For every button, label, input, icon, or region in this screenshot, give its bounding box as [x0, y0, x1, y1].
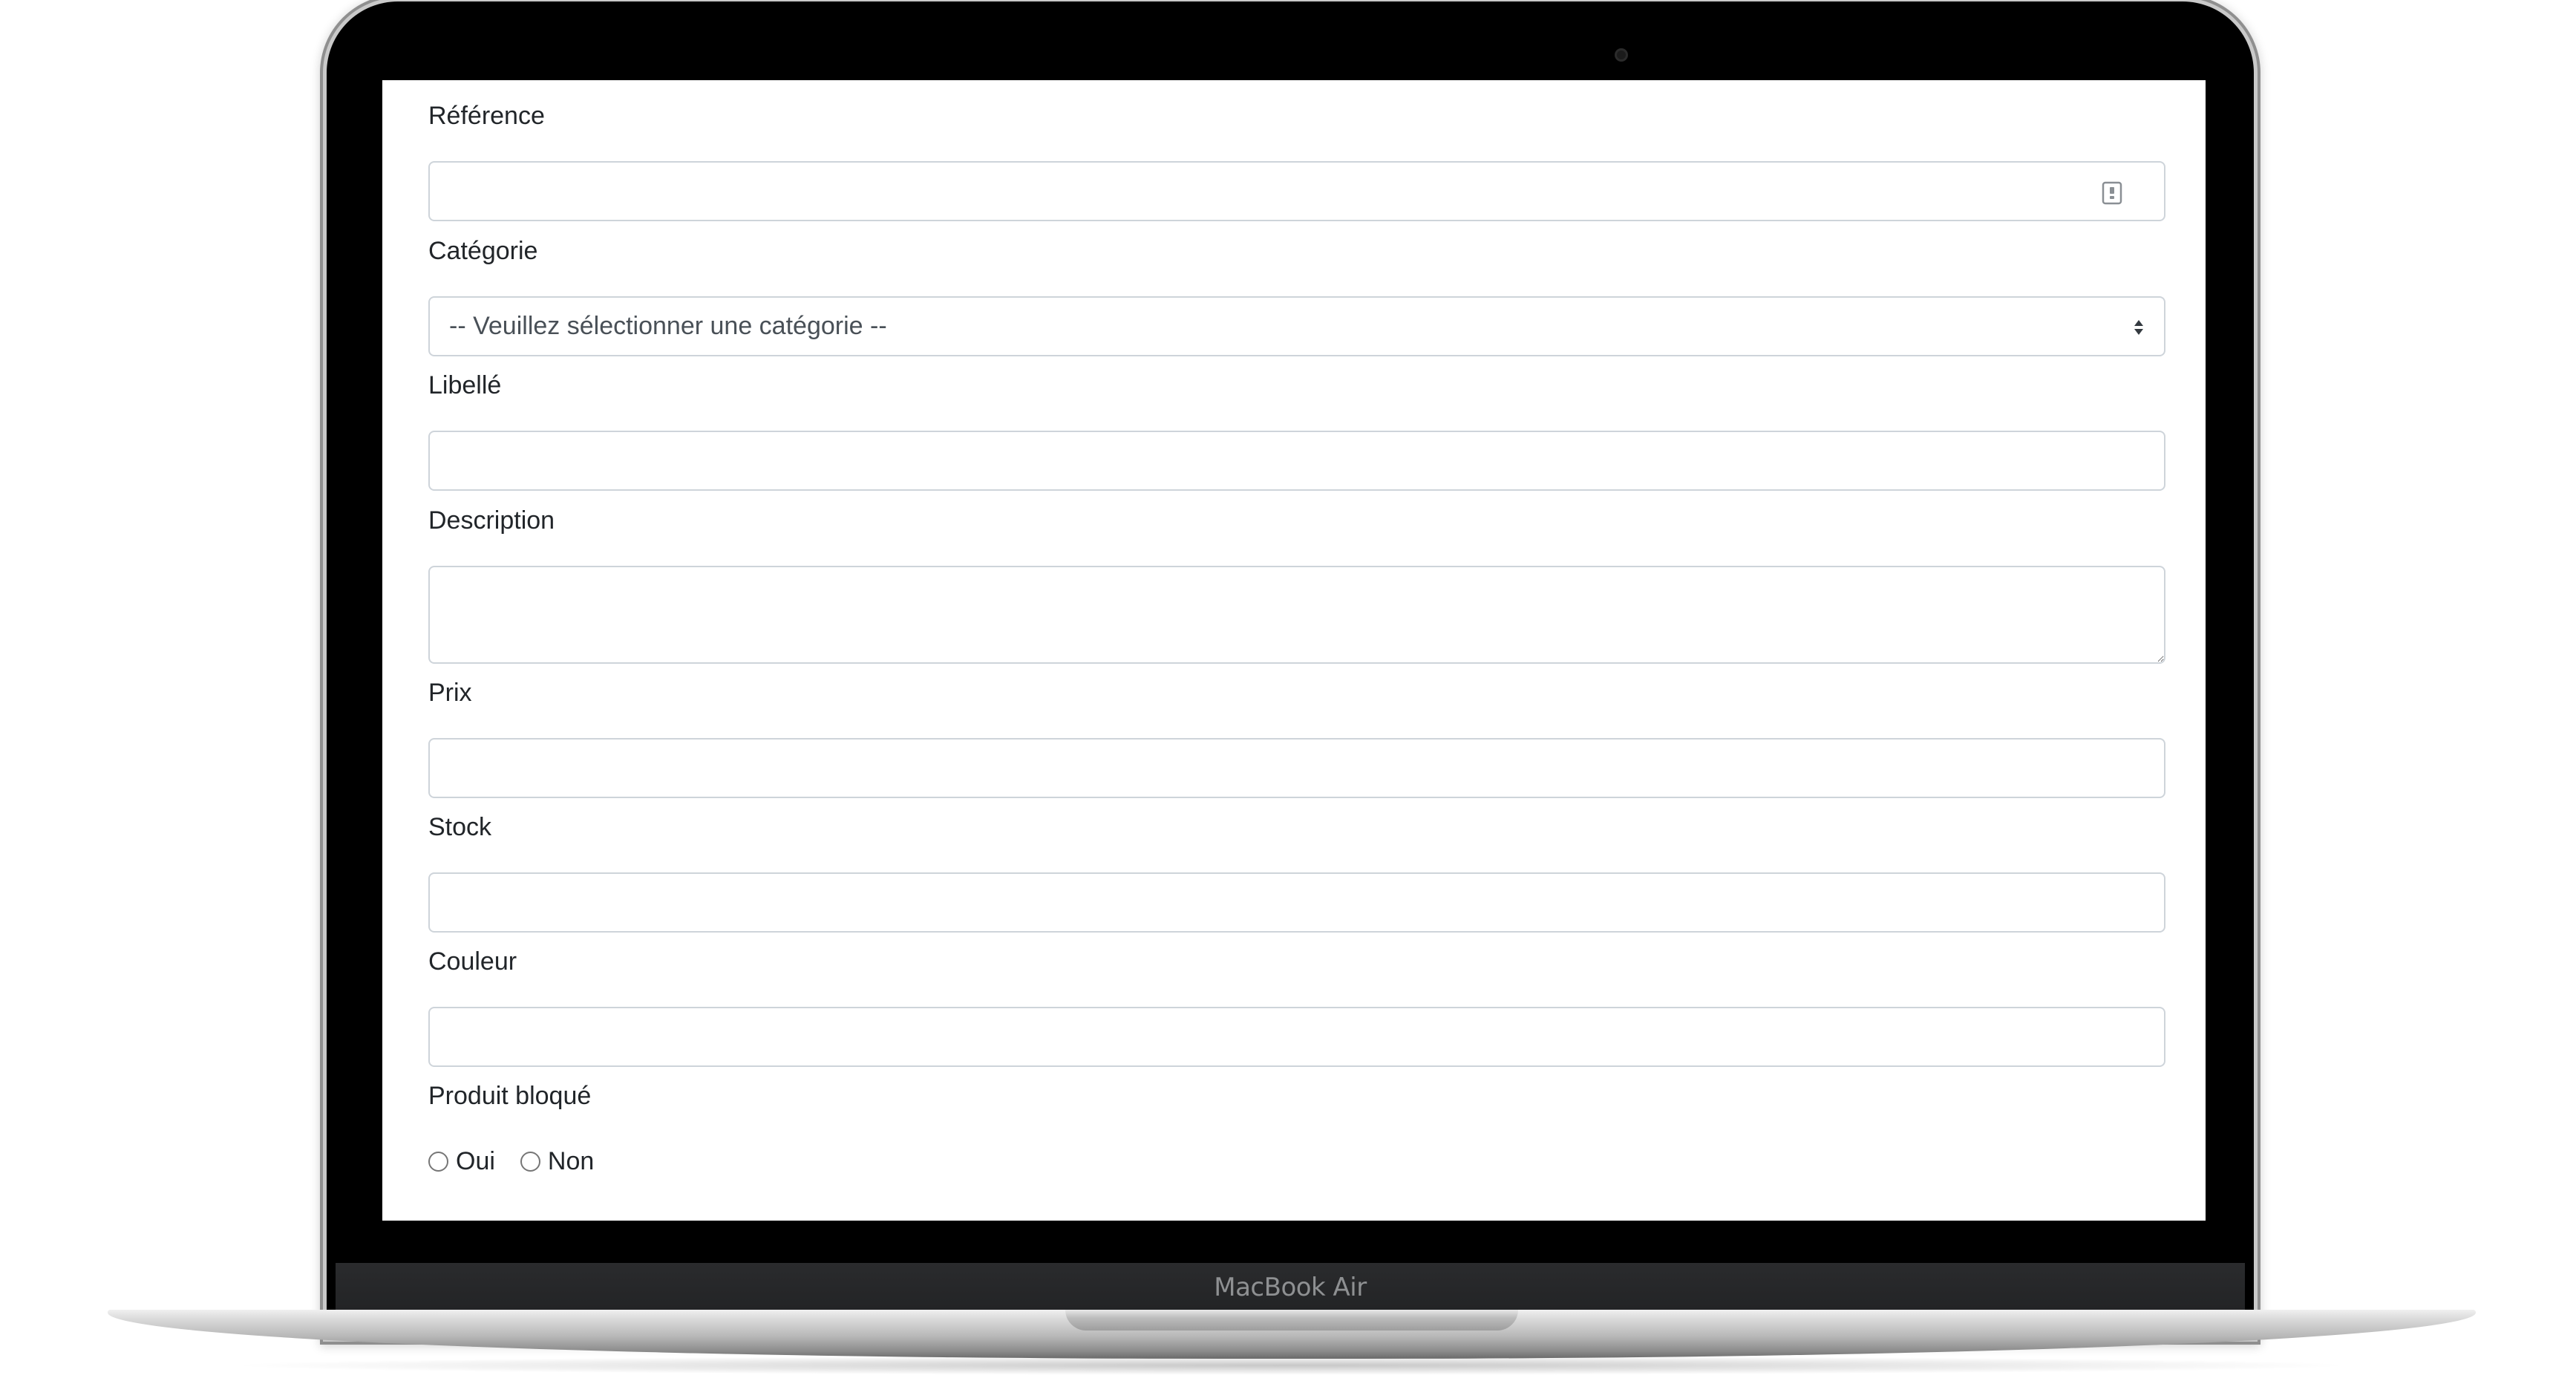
couleur-input[interactable] — [428, 1007, 2165, 1067]
produit-bloque-label: Produit bloqué — [428, 1082, 592, 1110]
prix-input[interactable] — [428, 738, 2165, 798]
categorie-label: Catégorie — [428, 237, 538, 265]
radio-non-label[interactable]: Non — [548, 1147, 594, 1176]
couleur-group: Couleur — [428, 944, 2165, 1067]
stock-input[interactable] — [428, 872, 2165, 933]
radio-oui-circle[interactable] — [428, 1151, 448, 1172]
categorie-selected-value: -- Veuillez sélectionner une catégorie -… — [449, 312, 887, 340]
categorie-group: Catégorie -- Veuillez sélectionner une c… — [428, 233, 2165, 356]
id-card-icon[interactable] — [2102, 181, 2122, 205]
radio-oui-label[interactable]: Oui — [456, 1147, 495, 1176]
description-group: Description — [428, 503, 2165, 664]
reference-group: Référence — [428, 98, 2165, 221]
laptop-screen: Référence Catégorie -- Veuillez sélectio… — [382, 80, 2206, 1221]
stock-group: Stock — [428, 809, 2165, 933]
radio-non-circle[interactable] — [520, 1151, 540, 1172]
stock-label: Stock — [428, 813, 492, 841]
prix-group: Prix — [428, 675, 2165, 798]
categorie-select[interactable]: -- Veuillez sélectionner une catégorie -… — [428, 296, 2165, 356]
libelle-group: Libellé — [428, 368, 2165, 491]
prix-label: Prix — [428, 679, 472, 707]
laptop-base-notch — [1065, 1310, 1518, 1331]
reference-label: Référence — [428, 102, 545, 130]
libelle-label: Libellé — [428, 371, 502, 399]
libelle-input[interactable] — [428, 431, 2165, 491]
produit-bloque-radio-group: Oui Non — [428, 1143, 619, 1179]
couleur-label: Couleur — [428, 947, 517, 976]
camera-dot — [1617, 50, 1626, 59]
description-label: Description — [428, 506, 555, 535]
description-textarea[interactable] — [428, 566, 2165, 664]
select-arrows-icon — [2134, 320, 2143, 335]
radio-oui[interactable]: Oui — [428, 1147, 495, 1176]
reference-input[interactable] — [428, 161, 2165, 221]
device-brand-label: MacBook Air — [1214, 1273, 1367, 1302]
produit-bloque-group: Produit bloqué Oui Non — [428, 1078, 2165, 1175]
radio-non[interactable]: Non — [520, 1147, 594, 1176]
